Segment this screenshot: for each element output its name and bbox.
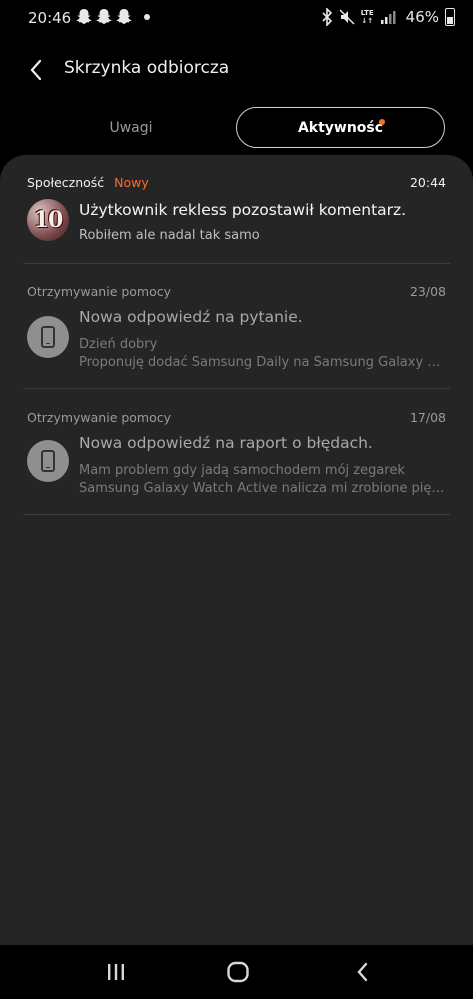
signal-icon [380, 11, 396, 24]
system-nav-bar [0, 945, 473, 999]
system-icons: LTE ↓↑ 46% [321, 8, 455, 26]
avatar [27, 440, 69, 482]
app-header: Skrzynka odbiorcza [0, 50, 473, 90]
avatar-text: 10 [33, 207, 64, 233]
item-category: Społeczność Nowy [27, 175, 149, 190]
snapchat-icon [96, 9, 112, 24]
back-button[interactable] [22, 56, 50, 84]
item-time: 23/08 [409, 284, 446, 299]
status-time: 20:46 [28, 9, 72, 27]
tab-uwagi[interactable]: Uwagi [28, 107, 234, 148]
item-title: Nowa odpowiedź na pytanie. [79, 308, 303, 326]
new-badge: Nowy [114, 175, 149, 190]
home-button[interactable] [223, 959, 253, 985]
network-label: LTE [360, 9, 374, 17]
nav-back-button[interactable] [347, 959, 377, 985]
divider [23, 388, 450, 389]
phone-icon [41, 450, 55, 472]
category-label: Społeczność [27, 175, 105, 190]
item-title: Użytkownik rekless pozostawił komentarz. [79, 201, 407, 219]
item-category: Otrzymywanie pomocy [27, 410, 172, 425]
new-activity-dot [379, 119, 385, 125]
mute-icon [339, 9, 355, 25]
item-body-line: Proponuję dodać Samsung Daily na Samsung… [79, 355, 449, 370]
item-time: 17/08 [409, 410, 446, 425]
status-bar: 20:46 LTE ↓↑ 46% [0, 0, 473, 36]
tab-label: Aktywność [297, 119, 384, 136]
item-title: Nowa odpowiedź na raport o błędach. [79, 434, 373, 452]
notification-icons [76, 8, 150, 25]
phone-icon [41, 326, 55, 348]
back-arrow-icon [30, 59, 42, 81]
item-body-line: Samsung Galaxy Watch Active nalicza mi z… [79, 481, 445, 496]
divider [23, 263, 450, 264]
battery-percent: 46% [405, 8, 439, 26]
item-category: Otrzymywanie pomocy [27, 284, 172, 299]
bluetooth-icon [322, 8, 332, 26]
divider [23, 514, 450, 515]
list-item[interactable]: Otrzymywanie pomocy 17/08 Nowa odpowiedź… [23, 410, 450, 514]
snapchat-icon [76, 9, 92, 24]
item-body-line: Mam problem gdy jadą samochodem mój zega… [79, 463, 405, 478]
tab-aktywnosc[interactable]: Aktywność [236, 107, 445, 148]
notification-list: Społeczność Nowy 20:44 10 Użytkownik rekl… [0, 155, 473, 945]
more-notifications-dot [144, 13, 150, 20]
back-icon [357, 962, 368, 982]
item-time: 20:44 [409, 175, 446, 190]
recent-apps-button[interactable] [101, 959, 131, 985]
tab-label: Uwagi [109, 119, 153, 136]
avatar: 10 [27, 199, 69, 241]
avatar [27, 316, 69, 358]
list-item[interactable]: Otrzymywanie pomocy 23/08 Nowa odpowiedź… [23, 284, 450, 388]
lte-indicator: LTE ↓↑ [360, 9, 374, 25]
recent-apps-icon [108, 964, 124, 980]
home-icon [227, 961, 249, 983]
snapchat-icon [116, 9, 132, 24]
item-body-line: Robiłem ale nadal tak samo [79, 228, 260, 243]
list-item[interactable]: Społeczność Nowy 20:44 10 Użytkownik rekl… [23, 173, 450, 263]
item-body-line: Dzień dobry [79, 337, 158, 352]
page-title: Skrzynka odbiorcza [64, 58, 230, 78]
battery-icon [445, 8, 455, 26]
